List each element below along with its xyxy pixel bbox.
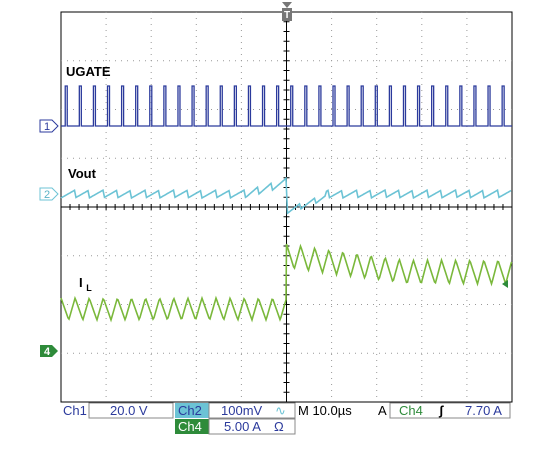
trigger-position-icon: T — [282, 2, 292, 21]
status-bar: Ch1 20.0 V Ch2 100mV ∿ M 10.0µs A Ch4 ʃ … — [63, 402, 511, 435]
oscilloscope-display: UGATE Vout I L T 1 2 4 Ch1 20.0 V Ch2 10… — [39, 2, 513, 435]
vout-label: Vout — [68, 166, 97, 181]
ch2-value: 100mV — [221, 403, 263, 418]
ugate-label: UGATE — [66, 64, 111, 79]
il-label-main: I — [79, 275, 83, 290]
ch2-marker-label: 2 — [44, 189, 50, 201]
il-label: I L — [79, 275, 92, 293]
ch1-label: Ch1 — [63, 403, 87, 418]
ch2-marker: 2 — [39, 187, 59, 201]
ch1-marker-label: 1 — [44, 121, 50, 133]
trigger-source: Ch4 — [399, 403, 423, 418]
il-label-subscript: L — [86, 283, 92, 293]
ch2-label: Ch2 — [178, 403, 202, 418]
trigger-level: 7.70 A — [465, 403, 502, 418]
trigger-slope-icon: ʃ — [438, 403, 444, 418]
ch4-label: Ch4 — [178, 419, 202, 434]
ch4-unit-icon: Ω — [274, 419, 284, 434]
ch4-marker: 4 — [40, 345, 58, 358]
ch4-marker-label: 4 — [44, 346, 51, 358]
trigger-mode: A — [378, 403, 387, 418]
ch1-value: 20.0 V — [110, 403, 148, 418]
ch1-marker: 1 — [39, 119, 59, 133]
trigger-position-label: T — [284, 10, 290, 21]
ch4-value: 5.00 A — [224, 419, 261, 434]
timebase: M 10.0µs — [298, 403, 352, 418]
ch2-coupling-icon: ∿ — [275, 403, 286, 418]
